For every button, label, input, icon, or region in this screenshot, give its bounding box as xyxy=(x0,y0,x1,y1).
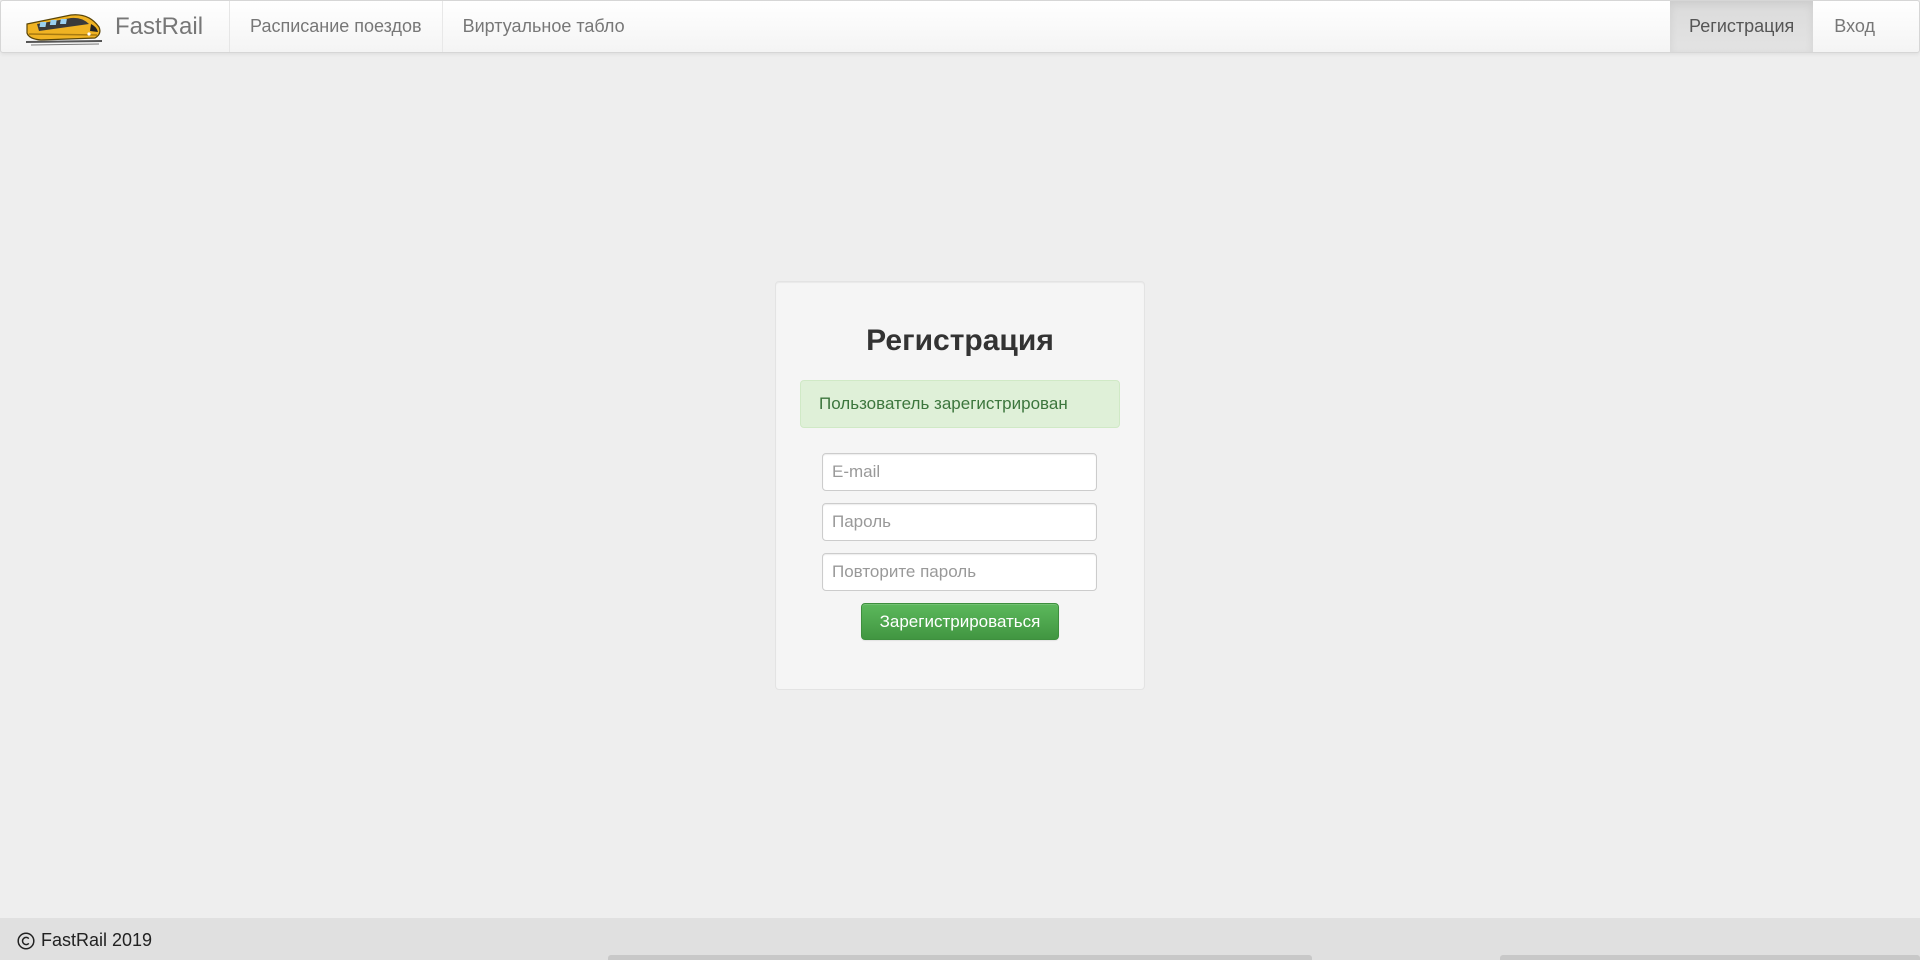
footer-copyright-text: FastRail 2019 xyxy=(41,930,153,950)
success-alert: Пользователь зарегистрирован xyxy=(800,380,1120,428)
nav-train-schedule[interactable]: Расписание поездов xyxy=(230,1,442,52)
main-nav: Расписание поездов Виртуальное табло xyxy=(230,1,645,52)
footer-copyright: FastRail 2019 xyxy=(17,930,152,951)
footer-panel-edge xyxy=(1500,955,1920,960)
user-nav: Регистрация Вход xyxy=(1670,1,1919,52)
repeat-password-field[interactable] xyxy=(822,553,1097,591)
nav-virtual-board[interactable]: Виртуальное табло xyxy=(441,1,645,52)
footer: FastRail 2019 xyxy=(0,918,1920,960)
page-title: Регистрация xyxy=(866,324,1054,357)
brand-link[interactable]: FastRail xyxy=(1,1,231,52)
registration-card: Регистрация Пользователь зарегистрирован… xyxy=(775,281,1145,690)
password-field[interactable] xyxy=(822,503,1097,541)
register-button[interactable]: Зарегистрироваться xyxy=(861,603,1059,640)
footer-panel-edge xyxy=(608,955,1312,960)
copyright-icon xyxy=(17,931,35,950)
top-navbar: FastRail Расписание поездов Виртуальное … xyxy=(0,0,1920,53)
train-logo-icon xyxy=(25,13,103,45)
email-field[interactable] xyxy=(822,453,1097,491)
brand-name: FastRail xyxy=(115,12,204,40)
nav-login[interactable]: Вход xyxy=(1813,1,1919,52)
nav-register[interactable]: Регистрация xyxy=(1670,1,1814,52)
